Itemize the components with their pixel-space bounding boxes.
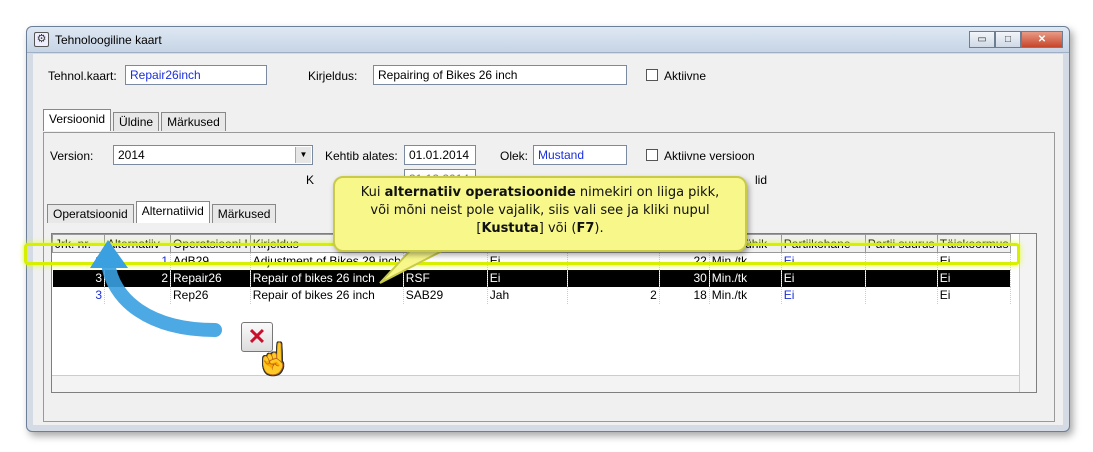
main-tab-row: Versioonid Üldine Märkused bbox=[43, 109, 228, 131]
tab-markused-sub[interactable]: Märkused bbox=[211, 204, 277, 223]
alternatives-grid: Jrk. nr. Alternatiiv Operatsiooni I Kirj… bbox=[51, 233, 1037, 393]
aktiivne-label: Aktiivne bbox=[664, 69, 707, 83]
aktiivne-versioon-checkbox[interactable] bbox=[646, 149, 658, 161]
tehnol-kaart-field[interactable]: Repair26inch bbox=[125, 65, 267, 85]
cell: 1 bbox=[104, 252, 171, 270]
sub-tab-row: Operatsioonid Alternatiivid Märkused bbox=[47, 201, 278, 223]
cell: Ei bbox=[937, 269, 1012, 287]
cell: Repair of bikes 26 inch bbox=[250, 286, 404, 304]
callout-text: ). bbox=[594, 221, 604, 236]
column-header[interactable]: Jrk. nr. bbox=[52, 234, 105, 253]
cell: Min./tk bbox=[709, 252, 782, 270]
title-bar: ⚙ Tehnoloogiline kaart ▭ □ ✕ bbox=[27, 27, 1069, 53]
tab-versioonid[interactable]: Versioonid bbox=[43, 109, 112, 131]
olek-label: Olek: bbox=[500, 149, 529, 163]
tab-alternatiivid[interactable]: Alternatiivid bbox=[135, 201, 210, 223]
chevron-down-icon[interactable]: ▼ bbox=[295, 147, 311, 163]
cell: Ei bbox=[781, 269, 866, 287]
cell bbox=[567, 269, 660, 287]
cell bbox=[865, 286, 938, 304]
cell bbox=[104, 286, 171, 304]
cell: Ei bbox=[487, 252, 568, 270]
column-header[interactable]: Operatsiooni I bbox=[170, 234, 251, 253]
cell: AdB29 bbox=[170, 252, 251, 270]
cell bbox=[865, 269, 938, 287]
cell bbox=[567, 252, 660, 270]
cell: SAB29 bbox=[403, 286, 488, 304]
close-button[interactable]: ✕ bbox=[1021, 31, 1063, 48]
cell: Ei bbox=[937, 252, 1012, 270]
cell: 2 bbox=[567, 286, 660, 304]
kehtib-alates-field[interactable]: 01.01.2014 bbox=[404, 145, 476, 165]
cell bbox=[865, 252, 938, 270]
version-label: Version: bbox=[50, 149, 94, 163]
aktiivne-checkbox[interactable] bbox=[646, 69, 658, 81]
cell: 3 bbox=[52, 269, 105, 287]
callout-text: ] või ( bbox=[538, 221, 577, 236]
callout-bold-text: F7 bbox=[576, 221, 595, 236]
tab-uldine[interactable]: Üldine bbox=[113, 112, 160, 131]
column-header[interactable]: Partiikohane bbox=[780, 234, 866, 253]
tab-markused[interactable]: Märkused bbox=[161, 112, 226, 131]
callout-text: või mõni neist pole vajalik, siis vali s… bbox=[370, 203, 710, 218]
cell: Ei bbox=[487, 269, 568, 287]
tehnol-kaart-label: Tehnol.kaart: bbox=[48, 69, 117, 83]
hand-pointer-icon: ☝ bbox=[255, 343, 293, 376]
column-header[interactable]: Täiskoormus bbox=[936, 234, 1012, 253]
cell: RSF bbox=[403, 269, 488, 287]
cell: 18 bbox=[659, 286, 710, 304]
callout-bold-text: Kustuta bbox=[481, 221, 539, 236]
cell: Ei bbox=[937, 286, 1012, 304]
cell: Min./tk bbox=[709, 286, 782, 304]
cell: Repair26 bbox=[170, 269, 251, 287]
cell: Rep26 bbox=[170, 286, 251, 304]
cell: 3 bbox=[52, 252, 105, 270]
table-row[interactable]: 3 Rep26 Repair of bikes 26 inch SAB29 Ja… bbox=[52, 286, 1012, 304]
olek-field[interactable]: Mustand bbox=[533, 145, 627, 165]
maximize-button[interactable]: □ bbox=[995, 31, 1021, 48]
tab-operatsioonid[interactable]: Operatsioonid bbox=[47, 204, 134, 223]
vertical-scrollbar[interactable] bbox=[1019, 234, 1036, 392]
app-icon: ⚙ bbox=[34, 32, 49, 47]
cell: Repair of bikes 26 inch bbox=[250, 269, 404, 287]
version-select-value: 2014 bbox=[118, 148, 145, 162]
kirjeldus-field[interactable]: Repairing of Bikes 26 inch bbox=[373, 65, 627, 85]
instruction-callout: Kui alternatiiv operatsioonide nimekiri … bbox=[333, 176, 747, 252]
cell: Ei bbox=[781, 252, 866, 270]
cell: Adjustment of Bikes 29 inch bbox=[250, 252, 404, 270]
callout-text: Kui bbox=[360, 185, 385, 200]
cell: 30 bbox=[659, 269, 710, 287]
column-header[interactable]: Alternatiiv bbox=[104, 234, 171, 253]
cell bbox=[403, 252, 488, 270]
cell: 3 bbox=[52, 286, 105, 304]
callout-bold-text: alternatiiv operatsioonide bbox=[384, 185, 576, 200]
column-header[interactable]: Partii suurus bbox=[864, 234, 938, 253]
cell: 22 bbox=[659, 252, 710, 270]
cell: Ei bbox=[781, 286, 866, 304]
kehtib-alates-label: Kehtib alates: bbox=[325, 149, 398, 163]
table-row[interactable]: 3 1 AdB29 Adjustment of Bikes 29 inch Ei… bbox=[52, 252, 1012, 270]
table-row-selected[interactable]: 3 2 Repair26 Repair of bikes 26 inch RSF… bbox=[52, 269, 1012, 287]
cell: Min./tk bbox=[709, 269, 782, 287]
aktiivne-versioon-label: Aktiivne versioon bbox=[664, 149, 755, 163]
kehtib-kuni-label: K bbox=[306, 173, 315, 187]
cell: 2 bbox=[104, 269, 171, 287]
cell: Jah bbox=[487, 286, 568, 304]
horizontal-scrollbar[interactable] bbox=[52, 375, 1019, 392]
minimize-button[interactable]: ▭ bbox=[969, 31, 995, 48]
window-title: Tehnoloogiline kaart bbox=[55, 33, 162, 47]
version-select[interactable]: 2014 ▼ bbox=[113, 145, 313, 165]
second-checkbox-label: lid bbox=[755, 173, 768, 187]
kirjeldus-label: Kirjeldus: bbox=[308, 69, 358, 83]
callout-text: nimekiri on liiga pikk, bbox=[575, 185, 720, 200]
